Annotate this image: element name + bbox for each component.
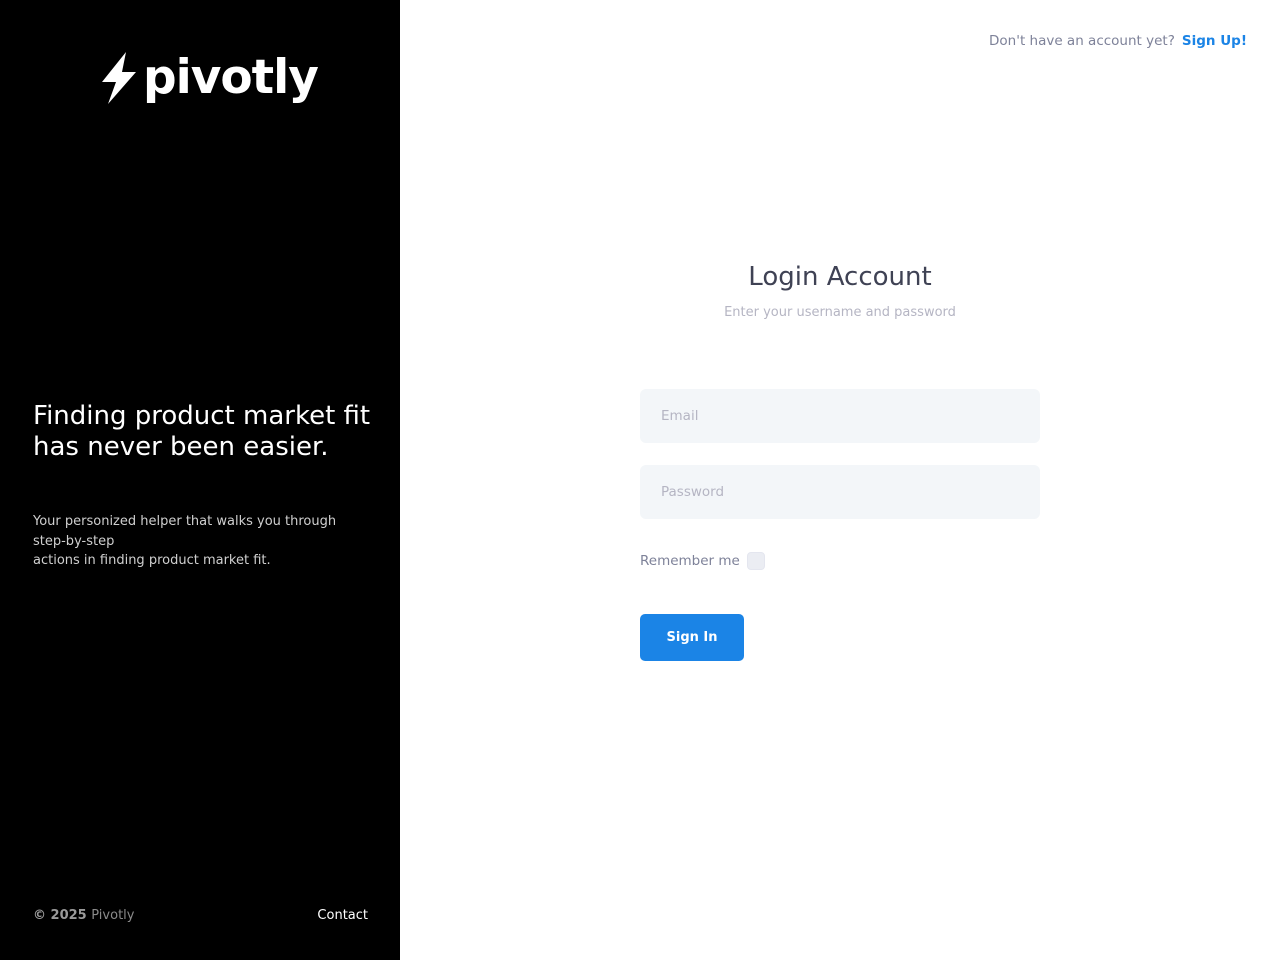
- pivotly-logo[interactable]: pivotly: [100, 50, 319, 105]
- signup-prompt-text: Don't have an account yet?: [989, 33, 1175, 49]
- tagline: Finding product market fit has never bee…: [33, 401, 378, 463]
- tagline-line-1: Finding product market fit: [33, 401, 371, 431]
- subtext-line-1: Your personized helper that walks you th…: [33, 514, 337, 549]
- remember-me-label: Remember me: [640, 553, 740, 569]
- copyright: © 2025 Pivotly: [33, 908, 134, 923]
- brand-aside: pivotly Finding product market fit has n…: [0, 0, 400, 960]
- signup-prompt: Don't have an account yet? Sign Up!: [989, 33, 1247, 49]
- aside-footer: © 2025 Pivotly Contact: [33, 908, 368, 923]
- signup-link[interactable]: Sign Up!: [1182, 33, 1247, 49]
- login-title: Login Account: [748, 262, 932, 292]
- login-subtitle: Enter your username and password: [724, 305, 956, 320]
- tagline-subtext: Your personized helper that walks you th…: [33, 512, 363, 571]
- contact-link[interactable]: Contact: [317, 908, 368, 923]
- logo-text: pivotly: [143, 50, 319, 105]
- lightning-bolt-icon: [102, 52, 136, 104]
- copyright-year: © 2025: [33, 908, 87, 923]
- password-input[interactable]: [640, 465, 1040, 519]
- subtext-line-2: actions in finding product market fit.: [33, 553, 271, 568]
- email-input[interactable]: [640, 389, 1040, 443]
- remember-me[interactable]: Remember me: [640, 552, 765, 570]
- copyright-brand-link[interactable]: Pivotly: [91, 908, 134, 923]
- sign-in-button[interactable]: Sign In: [640, 614, 744, 661]
- tagline-line-2: has never been easier.: [33, 432, 329, 462]
- remember-me-checkbox[interactable]: [746, 552, 765, 570]
